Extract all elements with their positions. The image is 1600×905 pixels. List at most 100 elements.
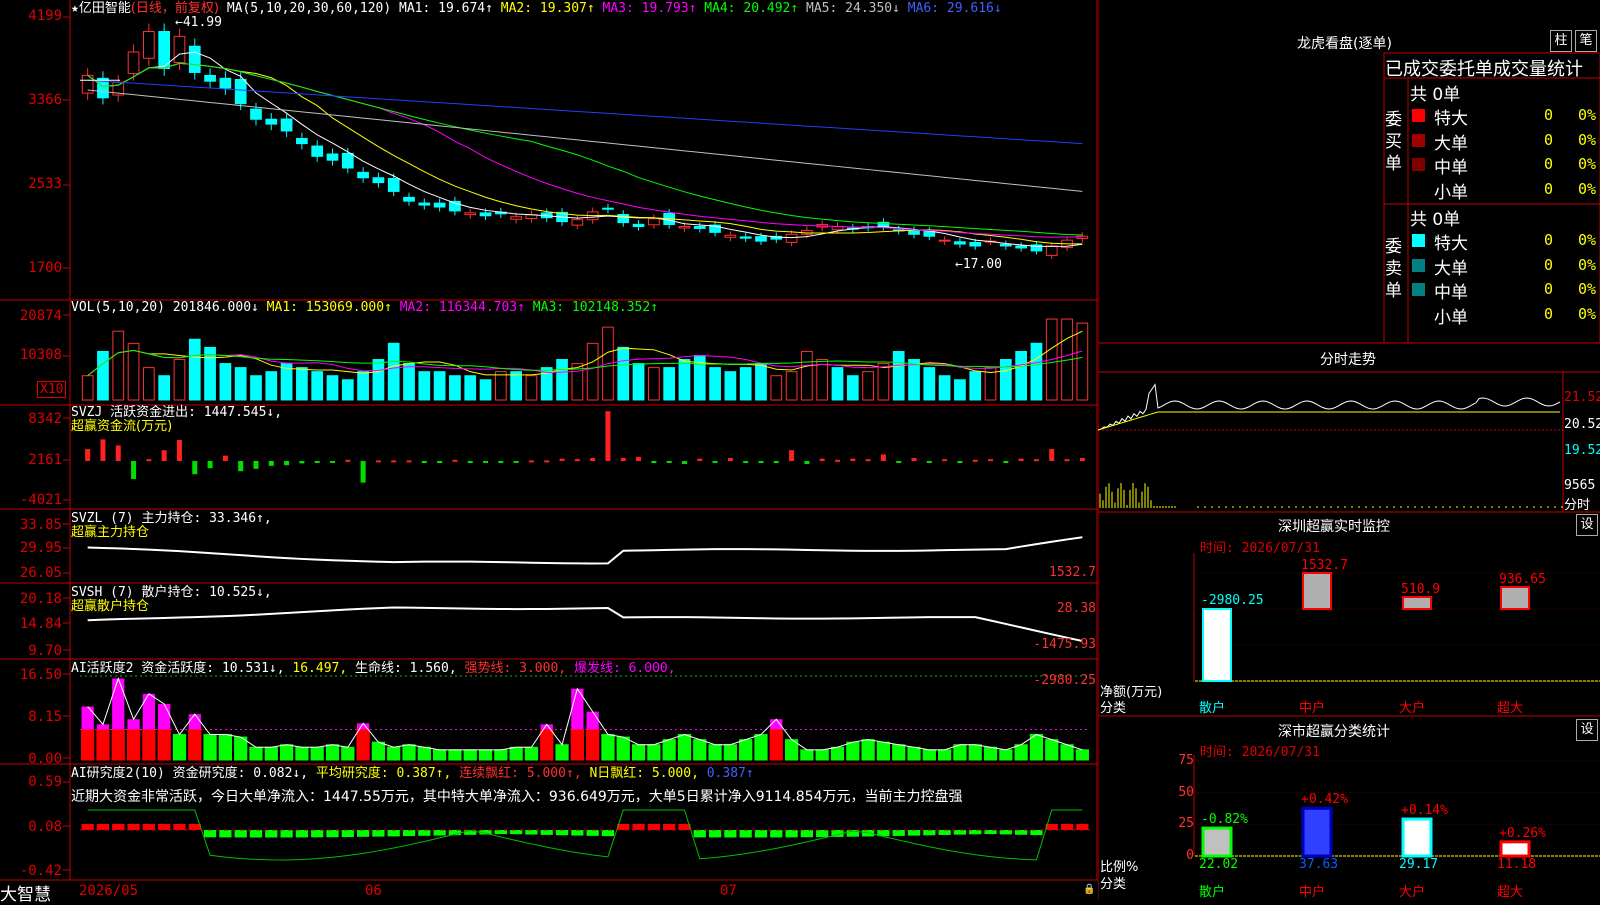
- order-size-swatch: [1412, 258, 1425, 272]
- bar-mode-button[interactable]: 柱: [1550, 30, 1572, 52]
- buy-orders-label: 委买单: [1385, 110, 1402, 174]
- lock-icon[interactable]: 🔒: [1083, 884, 1095, 895]
- order-count: 0: [1544, 255, 1554, 274]
- research-bar: [816, 830, 829, 838]
- fund-flow-bar: [911, 458, 917, 461]
- activity-bar: [142, 728, 156, 761]
- research-bar: [525, 830, 538, 835]
- activity-bar: [631, 744, 646, 761]
- activity-bar: [478, 749, 493, 761]
- lhb-title: 龙虎看盘(逐单): [1297, 36, 1392, 52]
- stock-name[interactable]: 亿田智能: [79, 1, 131, 16]
- classify-unit-2: 分类: [1100, 877, 1127, 892]
- fund-flow-bar: [314, 461, 320, 463]
- activity-bar: [295, 746, 309, 761]
- activity-bar: [126, 728, 141, 761]
- volume-bar: [357, 371, 369, 401]
- research-bar: [617, 824, 630, 830]
- fund-flow-bar: [115, 445, 121, 461]
- order-size-name: 特大: [1434, 109, 1468, 129]
- volume-bar: [632, 363, 645, 401]
- fund-flow-bar: [1064, 459, 1070, 462]
- period-label[interactable]: (日线，前复权): [131, 1, 219, 16]
- fund-flow-bar: [590, 458, 596, 461]
- volume-bar: [219, 363, 232, 401]
- fund-flow-bar: [574, 459, 580, 462]
- kline-chart-area[interactable]: [0, 0, 1098, 900]
- ai2-yaxis-1: 0.59: [28, 774, 62, 790]
- fund-flow-bar: [131, 461, 137, 479]
- candle: [678, 226, 691, 229]
- research-bar: [356, 830, 370, 837]
- favorite-star-icon[interactable]: ★: [71, 1, 79, 16]
- classify-bar-2: [1401, 817, 1433, 858]
- svzl-yaxis-3: 26.05: [19, 565, 62, 581]
- classify-time: 时间: 2026/07/31: [1200, 745, 1320, 760]
- candle: [724, 234, 737, 238]
- fund-flow-bar: [253, 461, 259, 469]
- volume-bar: [188, 338, 201, 401]
- activity-bar: [540, 728, 554, 761]
- volume-bar: [954, 379, 966, 401]
- research-bar: [999, 830, 1012, 835]
- activity-bar-top: [188, 714, 201, 730]
- indicator-value: MA6: 29.616↓: [907, 1, 1002, 16]
- activity-bar: [96, 728, 110, 761]
- low-price-label: ←17.00: [955, 257, 1002, 272]
- candle: [387, 177, 400, 192]
- research-bar: [586, 830, 599, 836]
- lhb-subtitle: 已成交委托单成交量统计: [1385, 59, 1583, 80]
- candle: [785, 233, 798, 243]
- fund-flow-bar: [1079, 458, 1085, 461]
- research-bar: [387, 830, 400, 837]
- classify-category: 超大: [1497, 885, 1524, 900]
- ai1-yaxis-2: 8.15: [28, 709, 62, 725]
- research-bar: [754, 830, 768, 838]
- tick-mode-button[interactable]: 笔: [1575, 30, 1597, 52]
- activity-bar-top: [81, 706, 94, 730]
- activity-bar: [693, 739, 707, 761]
- order-size-name: 特大: [1434, 234, 1468, 254]
- indicator-value: MA3: 102148.352↑: [532, 300, 659, 315]
- volume-bar: [877, 363, 890, 401]
- svzl-yaxis-2: 29.95: [19, 540, 62, 556]
- candle: [938, 239, 951, 242]
- research-bar: [234, 830, 247, 838]
- order-pct: 0%: [1578, 155, 1597, 173]
- intraday-price-line: [1098, 383, 1561, 431]
- activity-bar-top: [158, 704, 171, 730]
- right-panel: [1098, 0, 1600, 900]
- research-bar: [1060, 824, 1074, 830]
- research-bar: [663, 824, 676, 830]
- activity-bar: [846, 741, 860, 761]
- volume-bar: [81, 375, 94, 401]
- volume-bar: [617, 346, 630, 401]
- research-bar: [953, 830, 967, 835]
- classify-settings-button[interactable]: 设: [1576, 719, 1598, 741]
- research-bar: [81, 824, 94, 830]
- activity-bar-top: [112, 678, 125, 730]
- research-bar: [601, 830, 615, 837]
- candle: [234, 78, 247, 105]
- indicator-value: 强势线: 3.000,: [464, 661, 574, 676]
- classify-change-label: +0.26%: [1499, 825, 1546, 841]
- activity-bar: [1029, 734, 1044, 761]
- activity-bar: [953, 744, 967, 761]
- fund-flow-bar: [375, 460, 381, 463]
- monitor-category: 超大: [1497, 701, 1524, 716]
- monitor-category: 散户: [1199, 701, 1226, 716]
- indicator-value: MA3: 19.793↑: [602, 1, 705, 16]
- monitor-settings-button[interactable]: 设: [1576, 514, 1598, 536]
- svsh-subtitle: 超赢散户持仓: [71, 599, 150, 614]
- activity-bar: [402, 744, 416, 761]
- volume-bar: [143, 367, 155, 401]
- order-size-swatch: [1412, 307, 1425, 321]
- order-size-swatch: [1412, 133, 1425, 147]
- buy-total: 共 0单: [1410, 85, 1461, 105]
- fund-flow-bar: [85, 449, 91, 461]
- ai2-yaxis-2: 0.08: [28, 819, 62, 835]
- fund-flow-bar: [1003, 461, 1009, 463]
- research-bar: [249, 830, 263, 838]
- research-bar: [708, 830, 722, 838]
- order-pct: 0%: [1578, 304, 1597, 323]
